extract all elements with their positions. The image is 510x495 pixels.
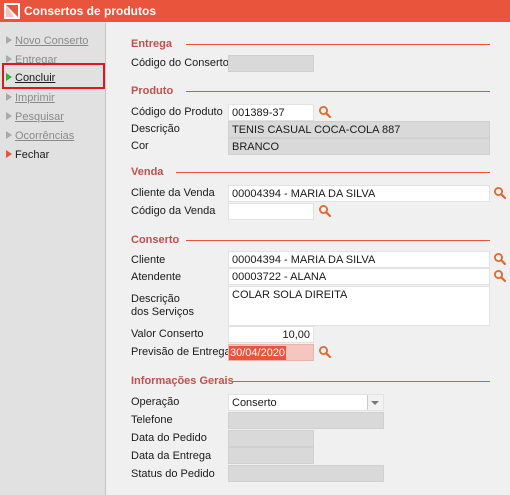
section-rule <box>176 172 490 173</box>
descricao-servicos-field[interactable]: COLAR SOLA DIREITA <box>228 286 490 326</box>
atendente-label: Atendente <box>131 271 182 283</box>
previsao-entrega-value: 30/04/2020 <box>229 346 287 360</box>
cliente-field[interactable]: 00004394 - MARIA DA SILVA <box>228 251 490 268</box>
search-icon[interactable] <box>493 186 507 200</box>
previsao-entrega-label: Previsão de Entrega <box>131 346 231 358</box>
sidebar-item-pesquisar[interactable]: Pesquisar <box>6 108 64 126</box>
sidebar-item-label: Novo Conserto <box>15 35 89 47</box>
operacao-label: Operação <box>131 396 180 408</box>
sidebar-item-ocorrencias[interactable]: Ocorrências <box>6 127 74 145</box>
cliente-venda-label: Cliente da Venda <box>131 187 215 199</box>
section-rule <box>186 240 490 241</box>
window-title: Consertos de produtos <box>24 4 157 18</box>
section-heading-entrega: Entrega <box>131 38 172 50</box>
descricao-servicos-label-line1: Descrição <box>131 293 180 305</box>
codigo-conserto-field[interactable] <box>228 55 314 72</box>
codigo-venda-field[interactable] <box>228 203 314 220</box>
data-pedido-field[interactable] <box>228 430 314 447</box>
search-icon[interactable] <box>318 204 332 218</box>
arrow-icon <box>6 112 12 120</box>
form-panel: Entrega Código do Conserto Produto Códig… <box>106 22 510 495</box>
search-icon[interactable] <box>493 252 507 266</box>
title-bar: Consertos de produtos <box>0 0 510 22</box>
cliente-label: Cliente <box>131 254 166 266</box>
sidebar-item-imprimir[interactable]: Imprimir <box>6 89 55 107</box>
sidebar-item-label: Ocorrências <box>15 130 75 142</box>
operacao-value: Conserto <box>232 397 277 409</box>
section-heading-informacoes: Informações Gerais <box>131 375 234 387</box>
telefone-label: Telefone <box>131 414 173 426</box>
app-logo-icon <box>4 3 20 19</box>
status-pedido-field[interactable] <box>228 465 384 482</box>
search-icon[interactable] <box>493 269 507 283</box>
cor-field[interactable]: BRANCO <box>228 138 490 155</box>
sidebar-item-novo-conserto[interactable]: Novo Conserto <box>6 32 88 50</box>
descricao-servicos-label-line2: dos Serviços <box>131 306 194 318</box>
codigo-produto-label: Código do Produto <box>131 106 223 118</box>
codigo-venda-label: Código da Venda <box>131 205 216 217</box>
atendente-field[interactable]: 00003722 - ALANA <box>228 268 490 285</box>
data-entrega-field[interactable] <box>228 447 314 464</box>
sidebar-item-fechar[interactable]: Fechar <box>6 146 49 164</box>
section-rule <box>186 44 490 45</box>
cor-label: Cor <box>131 140 149 152</box>
section-heading-venda: Venda <box>131 166 164 178</box>
descricao-servicos-label: Descrição dos Serviços <box>131 293 194 319</box>
previsao-entrega-field[interactable]: 30/04/2020 <box>228 344 314 361</box>
codigo-conserto-label: Código do Conserto <box>131 57 229 69</box>
arrow-icon <box>6 150 12 158</box>
sidebar-item-label: Fechar <box>15 149 50 161</box>
search-icon[interactable] <box>318 345 332 359</box>
arrow-icon <box>6 131 12 139</box>
search-icon[interactable] <box>318 105 332 119</box>
valor-conserto-label: Valor Conserto <box>131 328 204 340</box>
arrow-icon <box>6 55 12 63</box>
sidebar: Novo Conserto Entregar Concluir Imprimir… <box>0 22 106 495</box>
valor-conserto-field[interactable]: 10,00 <box>228 326 314 343</box>
descricao-produto-label: Descrição <box>131 123 180 135</box>
section-rule <box>232 381 490 382</box>
status-pedido-label: Status do Pedido <box>131 468 215 480</box>
sidebar-item-label: Pesquisar <box>15 111 64 123</box>
section-rule <box>186 91 490 92</box>
telefone-field[interactable] <box>228 412 384 429</box>
selection-highlight <box>2 63 105 89</box>
arrow-icon <box>6 93 12 101</box>
descricao-produto-field[interactable]: TENIS CASUAL COCA-COLA 887 <box>228 121 490 138</box>
data-entrega-label: Data da Entrega <box>131 450 212 462</box>
arrow-icon <box>6 36 12 44</box>
codigo-produto-field[interactable]: 001389-37 <box>228 104 314 121</box>
operacao-select[interactable]: Conserto <box>228 394 384 411</box>
section-heading-conserto: Conserto <box>131 234 180 246</box>
section-heading-produto: Produto <box>131 85 174 97</box>
cliente-venda-field[interactable]: 00004394 - MARIA DA SILVA <box>228 185 490 202</box>
chevron-down-icon[interactable] <box>367 395 383 410</box>
sidebar-item-label: Imprimir <box>15 92 55 104</box>
data-pedido-label: Data do Pedido <box>131 432 207 444</box>
